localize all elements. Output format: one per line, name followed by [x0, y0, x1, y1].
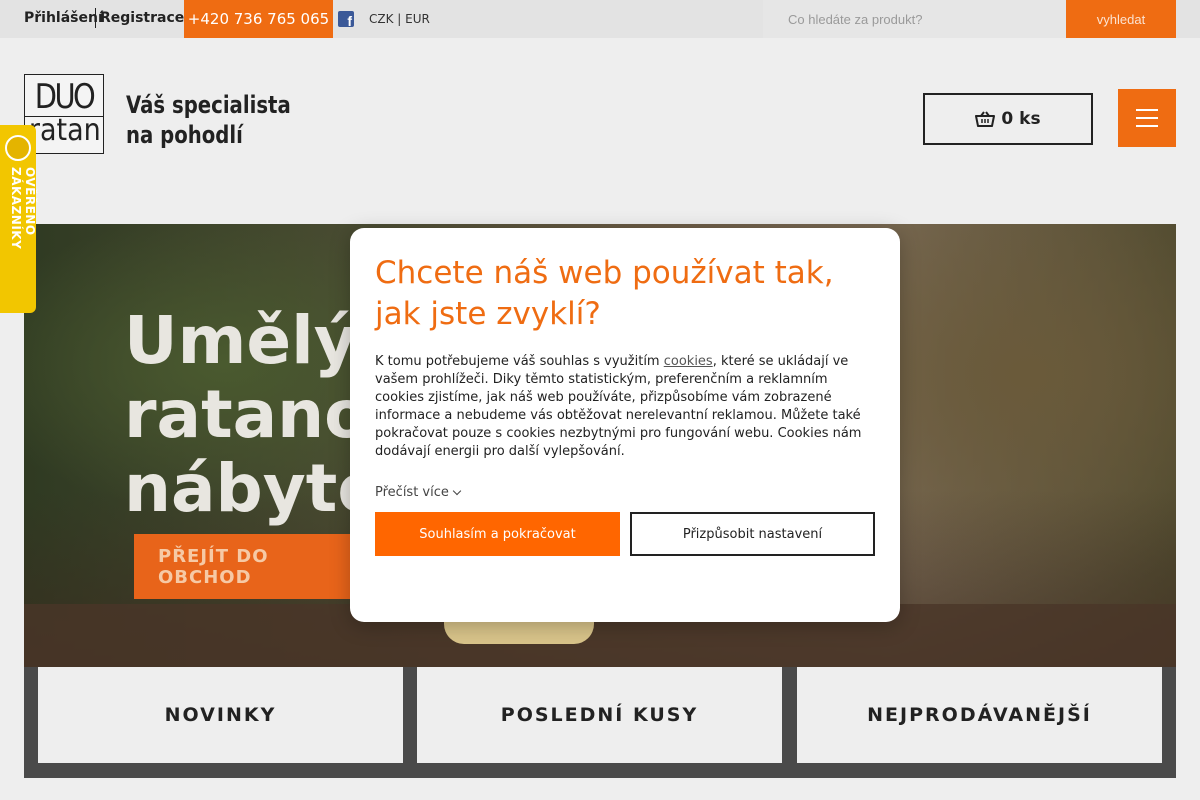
hero-heading-line-3: nábyto: [124, 450, 383, 527]
hero-heading-line-1: Umělý: [124, 302, 357, 379]
tagline-line-2: na pohodlí: [126, 121, 243, 149]
trust-badge-text: OVĚŘENO ZÁKAZNÍKY: [9, 167, 37, 250]
verified-seal-icon: [5, 135, 31, 161]
logo-text-top: DUO: [34, 77, 96, 117]
cart-button[interactable]: 0 ks: [923, 93, 1093, 145]
read-more-toggle[interactable]: Přečíst více: [375, 485, 462, 500]
login-separator: [95, 8, 96, 28]
basket-icon: [975, 111, 996, 127]
register-link[interactable]: Registrace: [100, 10, 184, 26]
tagline-line-1: Váš specialista: [126, 91, 291, 119]
cookie-text-intro: K tomu potřebujeme váš souhlas s využití…: [375, 354, 664, 369]
hamburger-menu-icon[interactable]: [1118, 89, 1176, 147]
menu-bar-middle: [1136, 117, 1158, 119]
facebook-icon[interactable]: [338, 11, 354, 29]
cookies-link[interactable]: cookies: [664, 354, 713, 369]
category-tile-posledni-kusy[interactable]: POSLEDNÍ KUSY: [417, 667, 782, 763]
cookie-dialog-title: Chcete náš web používat tak, jak jste zv…: [375, 255, 834, 332]
phone-number[interactable]: +420 736 765 065: [184, 0, 333, 38]
read-more-label: Přečíst více: [375, 485, 449, 500]
cookie-dialog-text: K tomu potřebujeme váš souhlas s využití…: [375, 353, 875, 461]
logo-text-bottom: ratan: [28, 113, 101, 148]
hero-heading-line-2: ratano: [124, 376, 370, 453]
hero-shop-button[interactable]: PŘEJÍT DO OBCHOD: [134, 534, 364, 599]
cart-count: 0 ks: [1001, 109, 1041, 129]
trust-badge[interactable]: OVĚŘENO ZÁKAZNÍKY: [0, 125, 37, 313]
login-link[interactable]: Přihlášení: [24, 10, 103, 26]
top-bar: Přihlášení Registrace +420 736 765 065 C…: [0, 0, 1200, 38]
chevron-down-icon: [452, 486, 462, 495]
accept-cookies-button[interactable]: Souhlasím a pokračovat: [375, 512, 620, 556]
site-header: DUO ratan Váš specialista na pohodlí 0 k…: [0, 38, 1200, 194]
site-logo[interactable]: DUO ratan: [24, 74, 104, 154]
menu-bar-bottom: [1136, 125, 1158, 127]
search-button[interactable]: vyhledat: [1066, 0, 1176, 38]
category-tile-novinky[interactable]: NOVINKY: [38, 667, 403, 763]
hero-heading: Umělý ratano nábyto: [124, 304, 383, 526]
search-input[interactable]: [763, 0, 1066, 38]
site-tagline: Váš specialista na pohodlí: [126, 90, 291, 150]
menu-bar-top: [1136, 109, 1158, 111]
currency-switch[interactable]: CZK | EUR: [369, 12, 430, 26]
customize-cookies-button[interactable]: Přizpůsobit nastavení: [630, 512, 875, 556]
cookie-consent-dialog: Chcete náš web používat tak, jak jste zv…: [350, 228, 900, 622]
cookie-text-body: , které se ukládají ve vašem prohlížeči.…: [375, 354, 862, 459]
category-tile-nejprodavanejsi[interactable]: NEJPRODÁVANĚJŠÍ: [797, 667, 1162, 763]
